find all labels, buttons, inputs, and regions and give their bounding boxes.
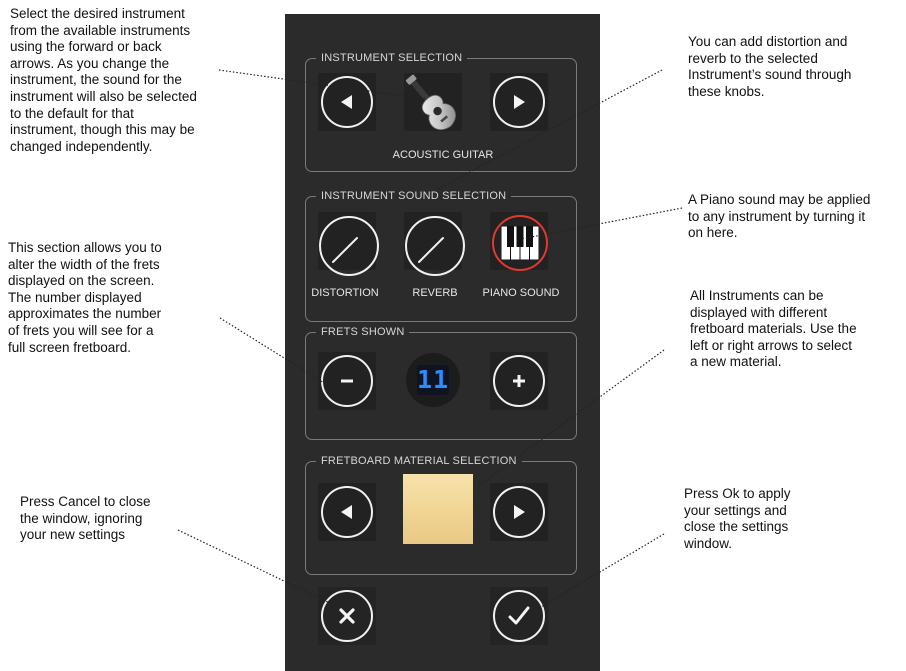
instrument-next-button[interactable] (493, 76, 545, 128)
piano-sound-toggle[interactable] (492, 215, 548, 271)
frets-count-display: 11 (417, 365, 450, 395)
triangle-left-icon (341, 95, 352, 109)
instrument-prev-button[interactable] (321, 76, 373, 128)
reverb-knob[interactable] (405, 216, 465, 276)
selected-instrument-label: ACOUSTIC GUITAR (392, 149, 494, 161)
annotation-instrument-selection: Select the desired instrument from the a… (10, 6, 197, 154)
acoustic-guitar-icon (405, 74, 456, 131)
sound-selection-title: INSTRUMENT SOUND SELECTION (316, 189, 512, 203)
fretboard-material-swatch[interactable] (403, 474, 473, 544)
checkmark-icon (508, 606, 530, 625)
annotation-cancel: Press Cancel to close the window, ignori… (20, 494, 151, 543)
piano-sound-label: PIANO SOUND (482, 287, 560, 299)
material-next-button[interactable] (493, 486, 545, 538)
distortion-label: DISTORTION (311, 287, 379, 299)
piano-keys-icon (501, 226, 539, 260)
frets-increase-button[interactable] (493, 355, 545, 407)
material-prev-button[interactable] (321, 486, 373, 538)
annotation-material: All Instruments can be displayed with di… (690, 288, 857, 370)
instrument-selection-title: INSTRUMENT SELECTION (316, 51, 468, 65)
material-selection-title: FRETBOARD MATERIAL SELECTION (316, 454, 522, 468)
frets-decrease-button[interactable] (321, 355, 373, 407)
annotation-ok: Press Ok to apply your settings and clos… (684, 486, 791, 551)
plus-icon (513, 375, 525, 387)
annotation-effects: You can add distortion and reverb to the… (688, 34, 852, 99)
triangle-right-icon (514, 505, 525, 519)
minus-icon (341, 379, 353, 383)
annotation-frets: This section allows you to alter the wid… (8, 240, 162, 355)
triangle-left-icon (341, 505, 352, 519)
annotation-piano: A Piano sound may be applied to any inst… (688, 192, 871, 241)
knob-indicator-icon (418, 237, 444, 263)
cancel-button[interactable] (321, 590, 373, 642)
frets-shown-title: FRETS SHOWN (316, 325, 410, 339)
reverb-label: REVERB (412, 287, 458, 299)
distortion-knob[interactable] (319, 216, 379, 276)
settings-panel: INSTRUMENT SELECTION ACOUSTIC GUITAR INS… (285, 14, 600, 671)
triangle-right-icon (514, 95, 525, 109)
close-x-icon (339, 608, 355, 624)
knob-indicator-icon (332, 237, 358, 263)
ok-button[interactable] (493, 590, 545, 642)
